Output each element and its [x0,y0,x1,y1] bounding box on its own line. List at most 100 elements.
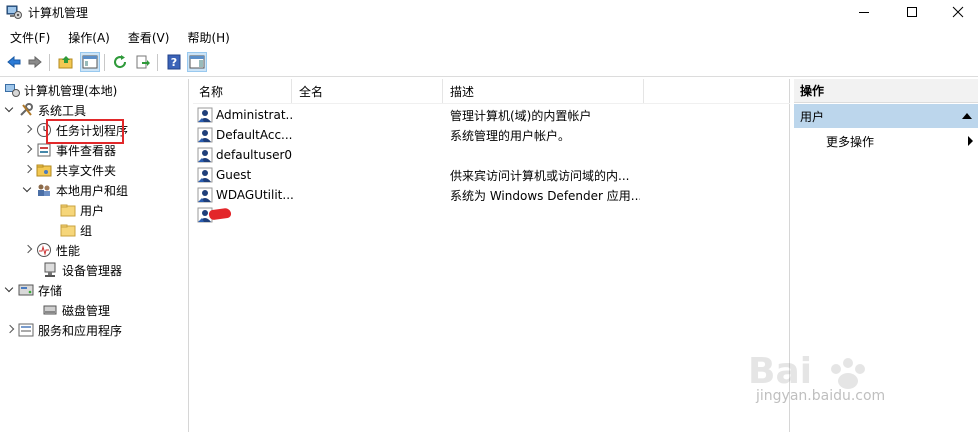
menu-help[interactable]: 帮助(H) [187,27,229,47]
refresh-button[interactable] [110,52,130,72]
list-item[interactable]: Administrat... 管理计算机(域)的内置帐户 [193,105,790,125]
shared-folder-icon [36,164,52,177]
tree-label: 事件查看器 [56,143,117,158]
tree-label: 设备管理器 [62,263,123,278]
performance-icon [37,243,51,257]
svg-text:?: ? [171,56,177,69]
device-manager-icon [44,262,56,277]
disk-icon [43,305,57,315]
action-pane-title: 操作 [794,79,978,103]
user-list: 名称 全名 描述 Administrat... 管理计算机(域)的内置帐户 De… [193,79,790,432]
export-icon [136,55,150,69]
tree-item-storage[interactable]: 存储 [4,280,62,300]
more-actions-item[interactable]: 更多操作 [826,131,874,151]
user-description [450,145,640,165]
menu-bar: 文件(F) 操作(A) 查看(V) 帮助(H) [0,27,978,47]
user-name: WDAGUtilit... [216,188,293,202]
maximize-icon [907,7,917,17]
baidu-watermark-logo: Bai [748,351,865,392]
chevron-right-icon[interactable] [22,164,34,176]
folder-icon [60,224,76,237]
list-item[interactable]: Guest 供来宾访问计算机或访问域的内... [193,165,790,185]
list-item[interactable]: defaultuser0 [193,145,790,165]
watermark-url: jingyan.baidu.com [756,388,886,404]
tree-item-users[interactable]: 用户 [58,200,104,220]
tree-label: 本地用户和组 [56,183,129,198]
action-section-users[interactable]: 用户 [794,104,978,128]
tree-item-disk-management[interactable]: 磁盘管理 [40,300,110,320]
export-list-button[interactable] [133,52,153,72]
column-header-description[interactable]: 描述 [444,79,644,103]
user-description: 管理计算机(域)的内置帐户 [450,108,592,123]
computer-management-icon [6,5,22,19]
list-item[interactable] [193,205,790,225]
user-name: Administrat... [216,108,293,122]
tree-item-groups[interactable]: 组 [58,220,92,240]
user-name: Guest [216,168,252,182]
more-actions-label: 更多操作 [826,134,875,149]
back-arrow-icon [7,55,21,69]
services-icon [18,323,34,337]
chevron-right-icon[interactable] [22,244,34,256]
title-bar: 计算机管理 [0,0,978,24]
tree-item-performance[interactable]: 性能 [22,240,80,260]
tree-item-system-tools[interactable]: 系统工具 [4,100,86,120]
forward-button[interactable] [25,52,45,72]
tree-item-root[interactable]: 计算机管理(本地) [4,80,117,100]
tree-label: 用户 [80,203,105,218]
console-tree-icon [82,55,98,69]
toolbar-separator [104,54,105,71]
tree-item-shared-folders[interactable]: 共享文件夹 [22,160,116,180]
tree-item-local-users-groups[interactable]: 本地用户和组 [22,180,128,200]
minimize-button[interactable] [841,0,887,24]
help-icon: ? [167,54,181,70]
action-section-label: 用户 [800,109,825,124]
user-description: 系统为 Windows Defender 应用... [450,188,640,203]
tree-label: 共享文件夹 [56,163,117,178]
user-description: 供来宾访问计算机或访问域的内... [450,168,630,183]
menu-file[interactable]: 文件(F) [10,27,50,47]
back-button[interactable] [4,52,24,72]
chevron-down-icon[interactable] [4,104,16,116]
header-divider [193,103,790,104]
tree-item-services-apps[interactable]: 服务和应用程序 [4,320,122,340]
chevron-down-icon[interactable] [22,184,34,196]
toolbar-separator [49,54,50,71]
user-icon [197,167,213,183]
chevron-right-icon[interactable] [22,124,34,136]
folder-up-icon [58,56,73,69]
up-level-button[interactable] [56,52,76,72]
close-button[interactable] [935,0,978,24]
tree-item-device-manager[interactable]: 设备管理器 [40,260,122,280]
column-header-fullname[interactable]: 全名 [293,79,443,103]
folder-icon [60,204,76,217]
user-icon [197,147,213,163]
tree-label: 存储 [38,283,63,298]
user-description: 系统管理的用户帐户。 [450,128,571,143]
users-group-icon [38,184,50,196]
show-hide-tree-button[interactable] [80,52,100,72]
chevron-right-icon[interactable] [22,144,34,156]
minimize-icon [859,11,869,13]
tools-icon [20,103,33,116]
window-title: 计算机管理 [28,6,89,20]
column-header-name[interactable]: 名称 [193,79,292,103]
user-icon [197,107,213,123]
maximize-button[interactable] [889,0,935,24]
list-item[interactable]: WDAGUtilit... 系统为 Windows Defender 应用... [193,185,790,205]
menu-view[interactable]: 查看(V) [128,27,170,47]
chevron-right-icon[interactable] [4,324,16,336]
list-item[interactable]: DefaultAcc... 系统管理的用户帐户。 [193,125,790,145]
show-hide-action-pane-button[interactable] [187,52,207,72]
help-button[interactable]: ? [164,52,184,72]
storage-icon [18,284,34,296]
tree-label: 系统工具 [38,103,87,118]
tree-label: 磁盘管理 [62,303,111,318]
refresh-icon [114,55,127,69]
toolbar-separator [157,54,158,71]
menu-action[interactable]: 操作(A) [68,27,110,47]
chevron-down-icon[interactable] [4,284,16,296]
collapse-icon[interactable] [962,113,972,119]
close-icon [952,6,964,18]
user-name: defaultuser0 [216,148,293,162]
